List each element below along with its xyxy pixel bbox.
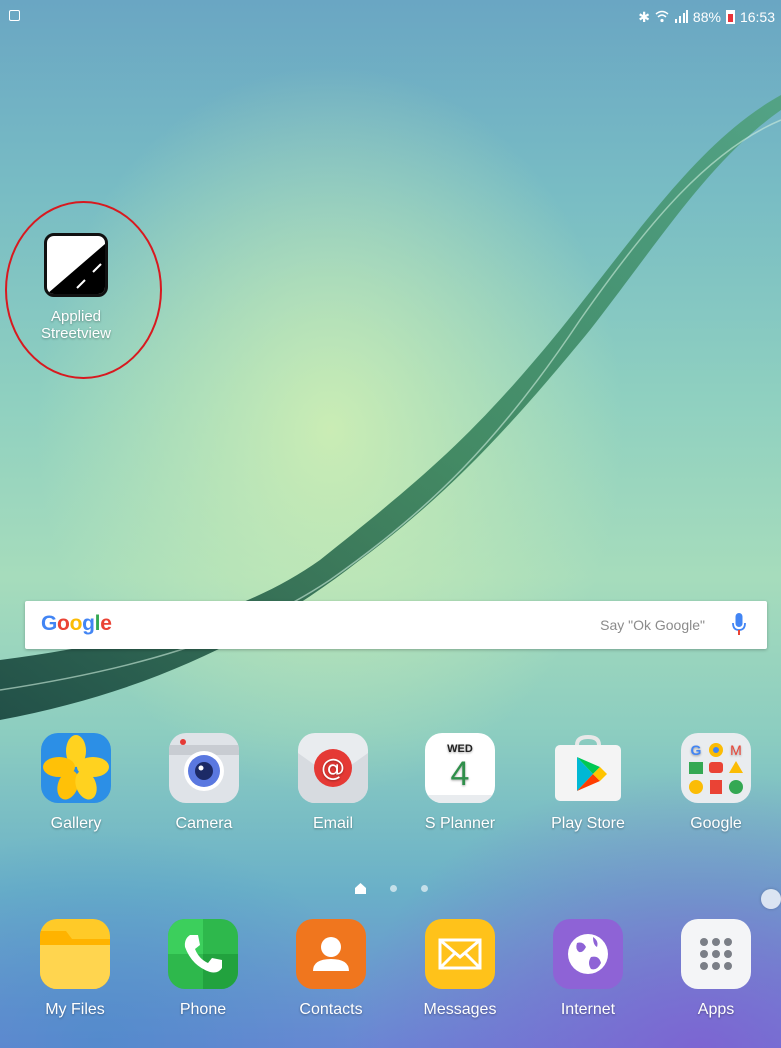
app-play-store[interactable]: Play Store bbox=[533, 733, 643, 833]
clock: 16:53 bbox=[739, 9, 775, 25]
app-label: Messages bbox=[423, 1001, 497, 1018]
battery-icon bbox=[725, 10, 735, 24]
play-store-icon bbox=[553, 733, 623, 803]
app-label: Email bbox=[312, 815, 353, 832]
wifi-icon bbox=[655, 10, 669, 25]
gallery-icon bbox=[41, 733, 111, 803]
page-indicator[interactable] bbox=[355, 883, 428, 894]
status-bar: ✱ 88% 16:53 bbox=[0, 0, 781, 34]
app-label: My Files bbox=[45, 1001, 105, 1018]
signal-icon bbox=[674, 9, 688, 25]
svg-text:@: @ bbox=[321, 754, 345, 782]
messages-icon bbox=[425, 919, 495, 989]
svg-text:G: G bbox=[691, 742, 702, 758]
shortcut-label-line1: Applied bbox=[50, 308, 102, 325]
app-label: S Planner bbox=[424, 815, 496, 832]
home-page-icon bbox=[355, 883, 366, 894]
app-label: Phone bbox=[179, 1001, 227, 1018]
app-label: Play Store bbox=[551, 815, 625, 832]
calendar-day: WED bbox=[447, 743, 473, 755]
applied-streetview-shortcut[interactable]: Applied Streetview bbox=[26, 233, 126, 342]
dock-my-files[interactable]: My Files bbox=[20, 919, 130, 1019]
dock-apps[interactable]: Apps bbox=[661, 919, 771, 1019]
folder-icon bbox=[40, 919, 110, 989]
app-label: Gallery bbox=[50, 815, 102, 832]
calendar-date: 4 bbox=[450, 755, 470, 793]
bluetooth-icon: ✱ bbox=[638, 9, 650, 25]
dock-messages[interactable]: Messages bbox=[405, 919, 515, 1019]
svg-text:M: M bbox=[730, 742, 742, 758]
app-email[interactable]: @ Email bbox=[278, 733, 388, 833]
calendar-icon: WED 4 bbox=[425, 733, 495, 803]
dock-internet[interactable]: Internet bbox=[533, 919, 643, 1019]
apps-grid-icon bbox=[681, 919, 751, 989]
app-gallery[interactable]: Gallery bbox=[21, 733, 131, 833]
applied-streetview-icon bbox=[44, 233, 108, 297]
dock-contacts[interactable]: Contacts bbox=[276, 919, 386, 1019]
app-label: Camera bbox=[175, 815, 233, 832]
voice-search-hint: Say "Ok Google" bbox=[600, 617, 705, 633]
app-label: Contacts bbox=[299, 1001, 363, 1018]
microphone-icon[interactable] bbox=[732, 613, 746, 642]
app-s-planner[interactable]: WED 4 S Planner bbox=[405, 733, 515, 833]
google-logo: Google bbox=[41, 612, 112, 635]
page-dot[interactable] bbox=[390, 885, 397, 892]
page-dot[interactable] bbox=[421, 885, 428, 892]
camera-icon bbox=[169, 733, 239, 803]
assistant-handle[interactable] bbox=[761, 889, 781, 909]
internet-icon bbox=[553, 919, 623, 989]
screenshot-icon bbox=[9, 10, 20, 21]
app-google-folder[interactable]: G M Google bbox=[661, 733, 771, 833]
contacts-icon bbox=[296, 919, 366, 989]
app-camera[interactable]: Camera bbox=[149, 733, 259, 833]
google-folder-icon: G M bbox=[681, 733, 751, 803]
google-search-bar[interactable]: Google Say "Ok Google" bbox=[25, 601, 767, 649]
dock-phone[interactable]: Phone bbox=[148, 919, 258, 1019]
home-screen: ✱ 88% 16:53 Applied Streetview Google Sa… bbox=[0, 0, 781, 1048]
phone-icon bbox=[168, 919, 238, 989]
battery-percent: 88% bbox=[692, 9, 721, 25]
app-label: Internet bbox=[560, 1001, 616, 1018]
shortcut-label-line2: Streetview bbox=[40, 325, 112, 342]
app-label: Google bbox=[690, 815, 742, 832]
email-icon: @ bbox=[298, 733, 368, 803]
app-label: Apps bbox=[697, 1001, 735, 1018]
